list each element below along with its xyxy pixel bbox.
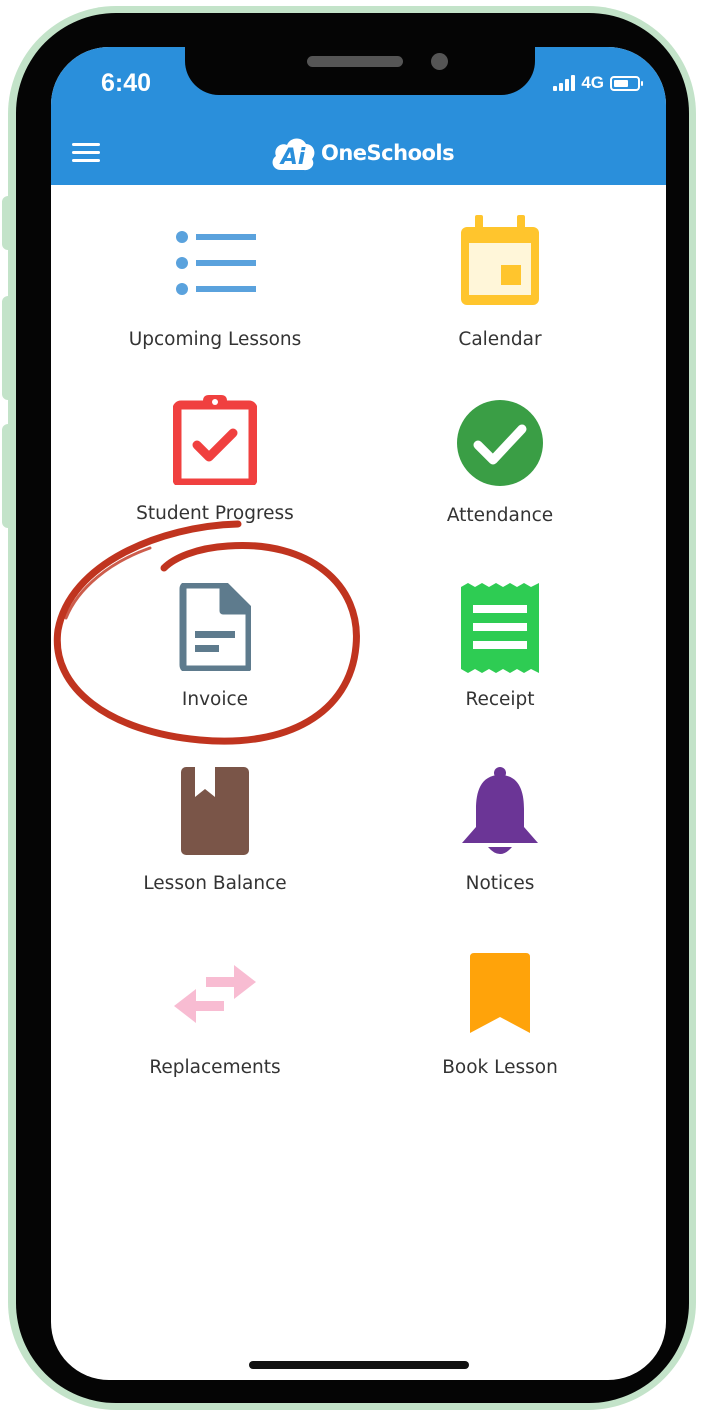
phone-volume-down [2, 424, 16, 528]
menu-item-label: Lesson Balance [143, 873, 287, 894]
document-icon [179, 583, 251, 671]
list-icon [176, 231, 256, 295]
battery-icon [610, 75, 643, 91]
phone-mute-switch [2, 196, 16, 250]
phone-volume-up [2, 296, 16, 400]
menu-item-label: Notices [465, 873, 535, 894]
menu-item-label: Attendance [446, 505, 554, 526]
menu-item-label: Calendar [458, 329, 542, 350]
checkmark-circle-icon [457, 400, 543, 486]
book-bookmark-icon [181, 767, 249, 855]
clipboard-check-icon [173, 395, 257, 485]
cloud-logo-icon: Ai [272, 138, 315, 171]
menu-item-invoice[interactable]: Invoice [90, 583, 340, 733]
network-type: 4G [581, 73, 604, 92]
menu-item-label: Book Lesson [442, 1057, 558, 1078]
menu-item-attendance[interactable]: Attendance [375, 399, 625, 549]
swap-arrows-icon [174, 965, 256, 1023]
menu-item-receipt[interactable]: Receipt [375, 583, 625, 733]
brand-logo: Ai OneSchools [269, 133, 455, 173]
receipt-icon [461, 583, 539, 673]
front-camera [431, 53, 448, 70]
bell-icon [462, 767, 538, 854]
menu-item-label: Receipt [465, 689, 535, 710]
brand-mark: Ai [279, 145, 306, 170]
bookmark-icon [470, 953, 530, 1033]
status-indicators: 4G [553, 73, 643, 93]
menu-item-calendar[interactable]: Calendar [375, 213, 625, 363]
menu-item-replacements[interactable]: Replacements [90, 951, 340, 1101]
menu-item-book-lesson[interactable]: Book Lesson [375, 951, 625, 1101]
phone-notch [185, 47, 535, 95]
phone-speaker [307, 56, 403, 67]
signal-icon [553, 75, 576, 91]
menu-item-student-progress[interactable]: Student Progress [90, 395, 340, 545]
menu-item-notices[interactable]: Notices [375, 767, 625, 917]
brand-name: OneSchools [321, 141, 455, 165]
menu-item-label: Replacements [149, 1057, 281, 1078]
menu-item-upcoming-lessons[interactable]: Upcoming Lessons [90, 223, 340, 373]
menu-item-label: Upcoming Lessons [128, 329, 302, 350]
app-screen: 6:40 4G Ai OneSchools Upcoming Lessons C… [51, 47, 666, 1380]
status-time: 6:40 [101, 69, 152, 97]
calendar-icon [461, 215, 539, 305]
home-indicator[interactable] [249, 1361, 469, 1369]
menu-item-label: Invoice [181, 689, 249, 710]
menu-item-lesson-balance[interactable]: Lesson Balance [90, 767, 340, 917]
menu-item-label: Student Progress [136, 503, 294, 524]
hamburger-menu-icon[interactable] [72, 143, 100, 163]
